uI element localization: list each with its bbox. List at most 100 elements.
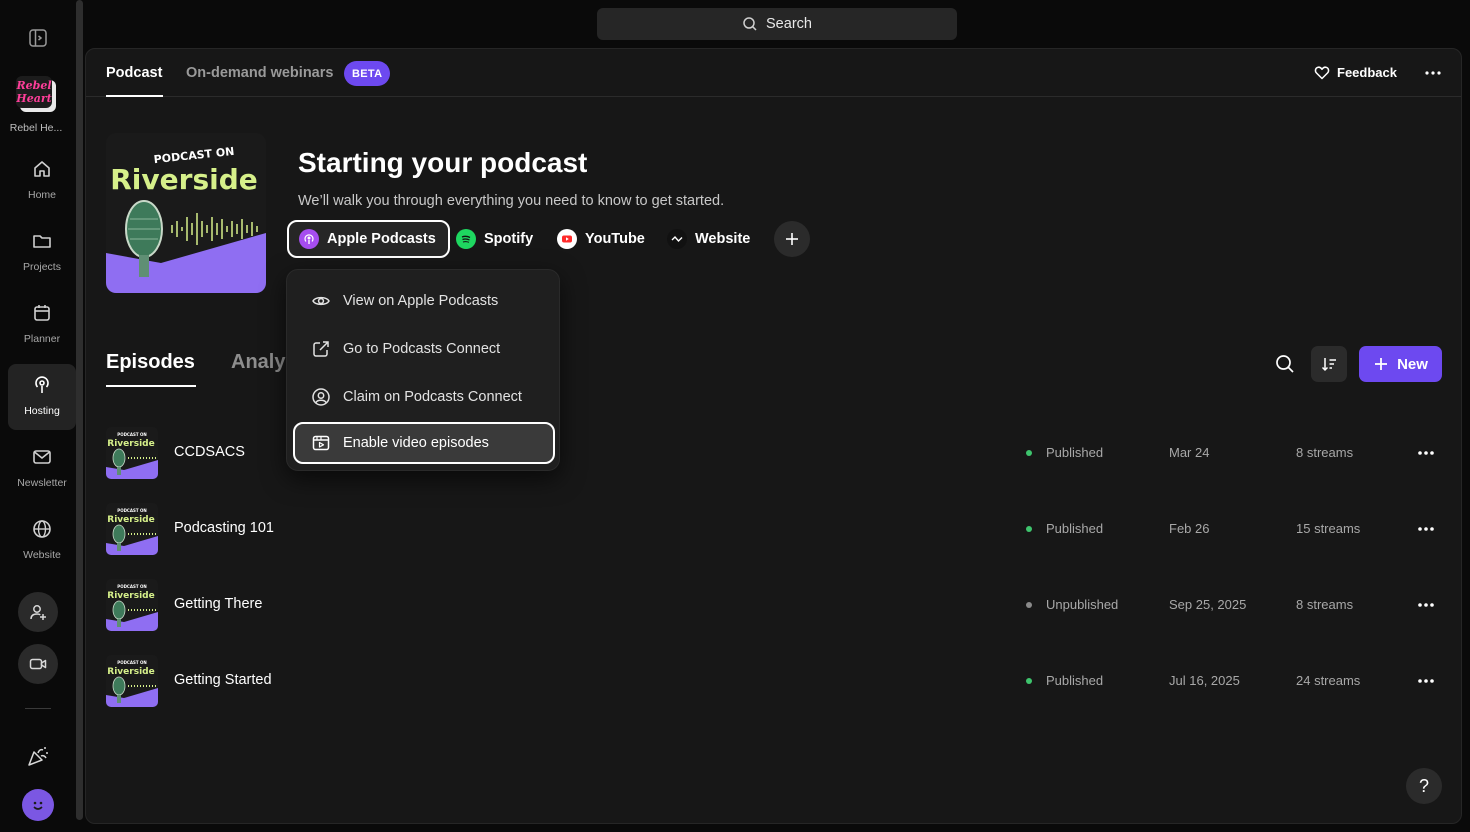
calendar-icon xyxy=(31,302,53,324)
status-dot xyxy=(1026,450,1032,456)
platform-apple-podcasts[interactable]: Apple Podcasts xyxy=(287,220,450,258)
party-popper-icon[interactable] xyxy=(26,744,50,768)
apple-podcasts-icon xyxy=(299,229,319,249)
new-episode-button[interactable]: New xyxy=(1359,346,1442,382)
sidebar-item-projects[interactable]: Projects xyxy=(8,220,76,286)
tab-analytics[interactable]: Analy xyxy=(231,351,285,374)
episode-date: Sep 25, 2025 xyxy=(1169,597,1247,612)
svg-text:Rebel: Rebel xyxy=(15,79,51,92)
menu-item-podcasts-connect[interactable]: Go to Podcasts Connect xyxy=(293,328,555,370)
new-button-label: New xyxy=(1397,355,1428,373)
episode-thumbnail: PODCAST ON Riverside xyxy=(106,427,158,479)
episode-streams: 8 streams xyxy=(1296,597,1354,612)
page-title: Starting your podcast xyxy=(298,147,588,178)
sidebar-item-label: Newsletter xyxy=(17,477,67,489)
menu-item-view-apple-podcasts[interactable]: View on Apple Podcasts xyxy=(293,280,555,322)
status-dot xyxy=(1026,678,1032,684)
row-more-icon[interactable] xyxy=(1416,445,1436,461)
table-row[interactable]: PODCAST ON Riverside Getting There Unpubl… xyxy=(106,579,1442,631)
status-dot xyxy=(1026,526,1032,532)
episode-date: Feb 26 xyxy=(1169,521,1210,536)
record-video-button[interactable] xyxy=(18,644,58,684)
platform-label: Spotify xyxy=(484,231,534,247)
sidebar-item-label: Hosting xyxy=(24,405,60,417)
menu-item-claim-podcasts-connect[interactable]: Claim on Podcasts Connect xyxy=(293,376,555,418)
help-button[interactable]: ? xyxy=(1406,768,1442,804)
episode-date: Jul 16, 2025 xyxy=(1169,673,1240,688)
heart-icon xyxy=(1314,66,1330,80)
add-user-icon xyxy=(30,605,46,620)
episode-title[interactable]: CCDSACS xyxy=(174,444,245,460)
sidebar-item-website[interactable]: Website xyxy=(8,508,76,574)
table-row[interactable]: PODCAST ON Riverside Podcasting 101 Publi… xyxy=(106,503,1442,555)
more-options-icon[interactable] xyxy=(1422,65,1444,81)
podcast-icon xyxy=(31,374,53,396)
sidebar-item-hosting[interactable]: Hosting xyxy=(8,364,76,430)
main-panel: Podcast On-demand webinars BETA Feedback… xyxy=(85,48,1462,824)
search-icon xyxy=(743,17,757,31)
avatar[interactable] xyxy=(22,789,54,821)
svg-text:Riverside: Riverside xyxy=(107,591,154,601)
svg-text:PODCAST ON: PODCAST ON xyxy=(117,584,146,589)
sidebar-item-label: Projects xyxy=(23,261,61,273)
plus-icon xyxy=(786,233,798,245)
svg-text:Riverside: Riverside xyxy=(107,515,154,525)
table-row[interactable]: PODCAST ON Riverside Getting Started Publ… xyxy=(106,655,1442,707)
menu-item-label: View on Apple Podcasts xyxy=(343,293,499,309)
menu-item-label: Go to Podcasts Connect xyxy=(343,341,501,357)
active-tab-indicator xyxy=(106,95,163,97)
sidebar-item-newsletter[interactable]: Newsletter xyxy=(8,436,76,502)
svg-text:Heart: Heart xyxy=(15,92,51,105)
tab-episodes[interactable]: Episodes xyxy=(106,351,195,374)
platform-website[interactable]: Website xyxy=(667,220,750,258)
workspace-name: Rebel He... xyxy=(9,122,63,134)
sidebar-item-label: Home xyxy=(27,189,56,201)
episode-title[interactable]: Getting There xyxy=(174,596,262,612)
episode-title[interactable]: Podcasting 101 xyxy=(174,520,274,536)
episode-streams: 24 streams xyxy=(1296,673,1361,688)
sidebar-item-home[interactable]: Home xyxy=(8,148,76,214)
workspace-logo[interactable]: Rebel Heart xyxy=(14,74,58,114)
sidebar-toggle-icon[interactable] xyxy=(28,28,48,48)
eye-icon xyxy=(312,296,330,306)
header-tabs: Podcast On-demand webinars BETA Feedback xyxy=(86,49,1461,97)
row-more-icon[interactable] xyxy=(1416,521,1436,537)
svg-text:Riverside: Riverside xyxy=(107,439,154,449)
feedback-button[interactable]: Feedback xyxy=(1314,65,1397,80)
status-badge: Unpublished xyxy=(1046,597,1119,612)
svg-text:PODCAST ON: PODCAST ON xyxy=(117,508,146,513)
user-circle-icon xyxy=(312,388,330,406)
website-icon xyxy=(667,229,687,249)
svg-text:Riverside: Riverside xyxy=(107,667,154,677)
platform-youtube[interactable]: YouTube xyxy=(557,220,645,258)
episode-thumbnail: PODCAST ON Riverside xyxy=(106,503,158,555)
page-subtitle: We’ll walk you through everything you ne… xyxy=(298,193,725,209)
plus-icon xyxy=(1375,358,1388,370)
globe-icon xyxy=(31,518,53,540)
status-dot xyxy=(1026,602,1032,608)
external-link-icon xyxy=(313,341,329,357)
tab-podcast[interactable]: Podcast xyxy=(106,65,162,81)
sidebar-item-planner[interactable]: Planner xyxy=(8,292,76,358)
spotify-icon xyxy=(456,229,476,249)
menu-item-enable-video-episodes[interactable]: Enable video episodes xyxy=(293,422,555,464)
sidebar-item-label: Website xyxy=(23,549,61,561)
podcast-cover-image[interactable]: PODCAST ON Riverside xyxy=(106,133,266,293)
apple-podcasts-menu: View on Apple Podcasts Go to Podcasts Co… xyxy=(286,269,560,471)
video-frame-icon xyxy=(312,435,330,451)
invite-user-button[interactable] xyxy=(18,592,58,632)
platform-spotify[interactable]: Spotify xyxy=(456,220,533,258)
global-search[interactable]: Search xyxy=(597,8,957,40)
row-more-icon[interactable] xyxy=(1416,673,1436,689)
tab-on-demand-webinars[interactable]: On-demand webinars xyxy=(186,65,333,81)
sidebar-scrollbar[interactable] xyxy=(76,0,83,820)
row-more-icon[interactable] xyxy=(1416,597,1436,613)
add-platform-button[interactable] xyxy=(774,221,810,257)
sort-button[interactable] xyxy=(1311,346,1347,382)
status-badge: Published xyxy=(1046,673,1104,688)
episode-search-icon[interactable] xyxy=(1274,353,1296,375)
folder-icon xyxy=(31,230,53,252)
search-label: Search xyxy=(766,16,812,32)
episode-streams: 8 streams xyxy=(1296,445,1354,460)
episode-title[interactable]: Getting Started xyxy=(174,672,272,688)
